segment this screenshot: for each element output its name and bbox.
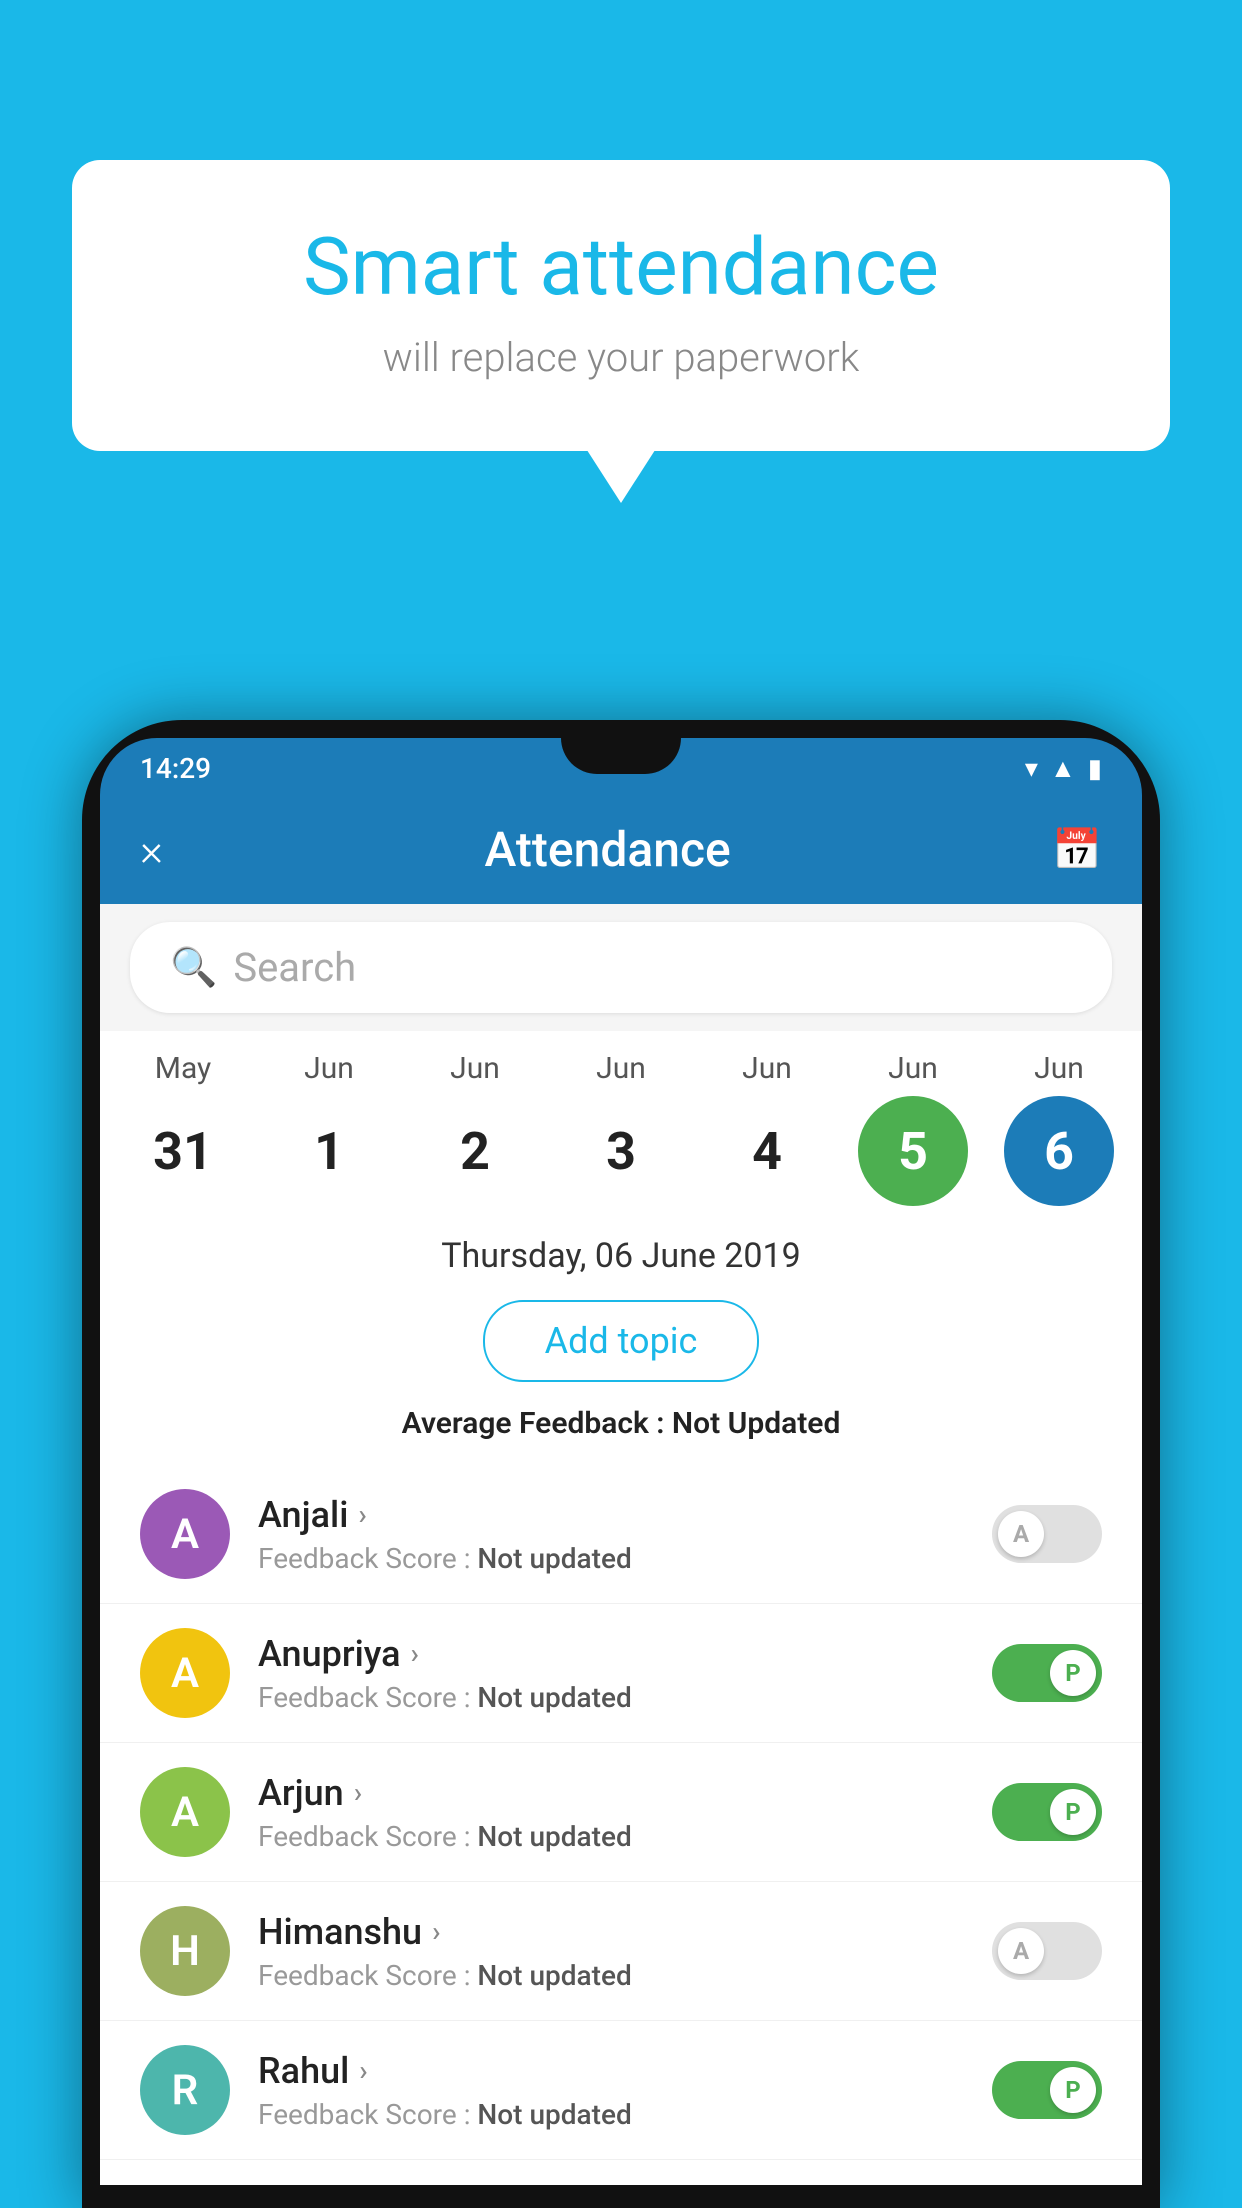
student-name: Himanshu › (258, 1911, 964, 1953)
date-item[interactable]: Jun 3 (551, 1051, 691, 1206)
search-input[interactable]: 🔍 Search (130, 922, 1112, 1013)
toggle-knob: P (1050, 1789, 1096, 1835)
status-icons: ▾ ▲ ▮ (1025, 753, 1102, 784)
toggle-knob: P (1050, 2067, 1096, 2113)
toggle-switch[interactable]: P (992, 2061, 1102, 2119)
toggle-switch[interactable]: A (992, 1922, 1102, 1980)
search-icon: 🔍 (170, 946, 217, 990)
toggle-knob: A (998, 1928, 1044, 1974)
student-list: A Anjali › Feedback Score : Not updated … (100, 1465, 1142, 2160)
chevron-icon: › (432, 1915, 440, 1948)
date-month: Jun (742, 1051, 792, 1086)
date-month: Jun (1034, 1051, 1084, 1086)
selected-date-section: Thursday, 06 June 2019 Add topic Average… (100, 1206, 1142, 1465)
student-item[interactable]: R Rahul › Feedback Score : Not updated P (100, 2021, 1142, 2160)
date-month: May (155, 1051, 211, 1086)
avatar: H (140, 1906, 230, 1996)
student-item[interactable]: A Anupriya › Feedback Score : Not update… (100, 1604, 1142, 1743)
student-info: Anjali › Feedback Score : Not updated (258, 1494, 964, 1575)
date-item[interactable]: Jun 5 (843, 1051, 983, 1206)
search-placeholder: Search (233, 944, 356, 991)
date-month: Jun (888, 1051, 938, 1086)
date-item[interactable]: Jun 4 (697, 1051, 837, 1206)
toggle-knob: P (1050, 1650, 1096, 1696)
status-bar: 14:29 ▾ ▲ ▮ (100, 738, 1142, 795)
date-day: 5 (858, 1096, 968, 1206)
student-name: Rahul › (258, 2050, 964, 2092)
student-item[interactable]: H Himanshu › Feedback Score : Not update… (100, 1882, 1142, 2021)
feedback-score: Feedback Score : Not updated (258, 2098, 964, 2131)
selected-date: Thursday, 06 June 2019 (140, 1236, 1102, 1276)
date-month: Jun (450, 1051, 500, 1086)
date-day: 4 (712, 1096, 822, 1206)
bubble-subtitle: will replace your paperwork (152, 334, 1090, 381)
date-item[interactable]: Jun 6 (989, 1051, 1129, 1206)
student-item[interactable]: A Anjali › Feedback Score : Not updated … (100, 1465, 1142, 1604)
date-item[interactable]: Jun 1 (259, 1051, 399, 1206)
avatar: A (140, 1628, 230, 1718)
avg-feedback: Average Feedback : Not Updated (140, 1406, 1102, 1441)
student-info: Anupriya › Feedback Score : Not updated (258, 1633, 964, 1714)
chevron-icon: › (358, 1498, 366, 1531)
avatar: R (140, 2045, 230, 2135)
wifi-icon: ▾ (1025, 754, 1038, 784)
header-title: Attendance (485, 821, 731, 878)
date-day: 31 (128, 1096, 238, 1206)
student-name: Arjun › (258, 1772, 964, 1814)
date-item[interactable]: May 31 (113, 1051, 253, 1206)
attendance-toggle[interactable]: P (992, 1783, 1102, 1841)
calendar-icon[interactable]: 📅 (1052, 826, 1102, 873)
close-button[interactable]: × (140, 824, 163, 876)
student-info: Arjun › Feedback Score : Not updated (258, 1772, 964, 1853)
bubble-title: Smart attendance (152, 220, 1090, 314)
chevron-icon: › (411, 1637, 419, 1670)
toggle-switch[interactable]: P (992, 1644, 1102, 1702)
chevron-icon: › (354, 1776, 362, 1809)
date-day: 6 (1004, 1096, 1114, 1206)
feedback-score: Feedback Score : Not updated (258, 1542, 964, 1575)
avg-feedback-value: Not Updated (672, 1406, 840, 1441)
attendance-toggle[interactable]: A (992, 1922, 1102, 1980)
toggle-switch[interactable]: P (992, 1783, 1102, 1841)
attendance-toggle[interactable]: P (992, 2061, 1102, 2119)
avatar: A (140, 1767, 230, 1857)
toggle-switch[interactable]: A (992, 1505, 1102, 1563)
date-month: Jun (596, 1051, 646, 1086)
avg-feedback-label: Average Feedback : (402, 1406, 665, 1441)
student-item[interactable]: A Arjun › Feedback Score : Not updated P (100, 1743, 1142, 1882)
date-day: 1 (274, 1096, 384, 1206)
date-day: 2 (420, 1096, 530, 1206)
phone-frame: 14:29 ▾ ▲ ▮ × Attendance 📅 🔍 Search May … (82, 720, 1160, 2208)
student-info: Rahul › Feedback Score : Not updated (258, 2050, 964, 2131)
student-name: Anjali › (258, 1494, 964, 1536)
date-day: 3 (566, 1096, 676, 1206)
feedback-score: Feedback Score : Not updated (258, 1959, 964, 1992)
speech-bubble: Smart attendance will replace your paper… (72, 160, 1170, 451)
notch (561, 738, 681, 774)
signal-icon: ▲ (1050, 753, 1076, 784)
app-screen: × Attendance 📅 🔍 Search May 31 Jun 1 Jun… (100, 795, 1142, 2185)
date-item[interactable]: Jun 2 (405, 1051, 545, 1206)
add-topic-button[interactable]: Add topic (483, 1300, 760, 1382)
date-month: Jun (304, 1051, 354, 1086)
student-name: Anupriya › (258, 1633, 964, 1675)
status-time: 14:29 (140, 752, 211, 785)
avatar: A (140, 1489, 230, 1579)
feedback-score: Feedback Score : Not updated (258, 1820, 964, 1853)
app-header: × Attendance 📅 (100, 795, 1142, 904)
student-info: Himanshu › Feedback Score : Not updated (258, 1911, 964, 1992)
chevron-icon: › (359, 2054, 367, 2087)
feedback-score: Feedback Score : Not updated (258, 1681, 964, 1714)
search-bar: 🔍 Search (100, 904, 1142, 1031)
attendance-toggle[interactable]: P (992, 1644, 1102, 1702)
date-row: May 31 Jun 1 Jun 2 Jun 3 Jun 4 Jun 5 Jun… (100, 1031, 1142, 1206)
battery-icon: ▮ (1088, 754, 1102, 784)
attendance-toggle[interactable]: A (992, 1505, 1102, 1563)
toggle-knob: A (998, 1511, 1044, 1557)
